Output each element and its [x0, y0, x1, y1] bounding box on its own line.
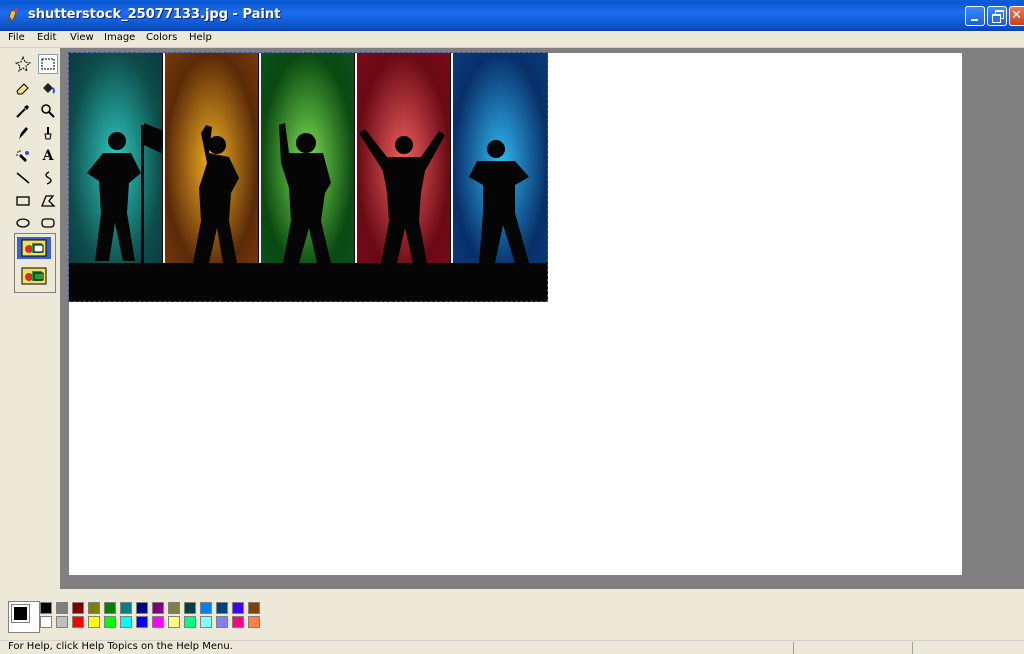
tool-select[interactable] [38, 54, 58, 74]
status-bar: For Help, click Help Topics on the Help … [0, 640, 1024, 654]
palette-swatch[interactable] [168, 602, 180, 614]
fill-icon [43, 83, 55, 94]
palette-swatch[interactable] [72, 616, 84, 628]
palette-swatch[interactable] [184, 616, 196, 628]
foreground-color[interactable] [11, 604, 30, 623]
restore-button[interactable] [987, 6, 1007, 26]
tool-pick-color[interactable] [13, 101, 33, 121]
menu-edit[interactable]: Edit [37, 32, 56, 43]
magnifier-icon [41, 104, 55, 118]
palette-swatch[interactable] [40, 616, 52, 628]
menu-view[interactable]: View [70, 32, 94, 43]
menu-image[interactable]: Image [104, 32, 135, 43]
palette-swatch[interactable] [248, 602, 260, 614]
current-colors[interactable] [8, 601, 40, 633]
tool-curve[interactable] [38, 168, 58, 188]
tool-eraser[interactable] [13, 78, 33, 98]
tool-line[interactable] [13, 168, 33, 188]
tool-options [14, 233, 56, 293]
restore-icon-back [992, 14, 1001, 23]
palette-swatch[interactable] [200, 616, 212, 628]
palette-swatch[interactable] [56, 602, 68, 614]
title-bar[interactable]: shutterstock_25077133.jpg - Paint ✕ [0, 0, 1024, 31]
color-palette [0, 592, 1024, 637]
rectangle-icon [16, 196, 30, 206]
minimize-icon [971, 19, 978, 21]
paint-icon [5, 7, 21, 23]
palette-swatch[interactable] [88, 602, 100, 614]
transparent-selection-option[interactable] [17, 265, 51, 287]
rounded-rect-icon [41, 218, 55, 228]
menu-file[interactable]: File [8, 32, 25, 43]
tool-rounded-rectangle[interactable] [38, 213, 58, 233]
tool-rectangle[interactable] [13, 191, 33, 211]
menu-bar: File Edit View Image Colors Help [0, 31, 1024, 48]
palette-swatch[interactable] [104, 602, 116, 614]
tool-ellipse[interactable] [13, 213, 33, 233]
palette-swatch[interactable] [152, 602, 164, 614]
close-button[interactable]: ✕ [1009, 6, 1024, 26]
menu-colors[interactable]: Colors [146, 32, 177, 43]
silhouettes [69, 53, 548, 302]
palette-swatch[interactable] [120, 602, 132, 614]
palette-swatch[interactable] [136, 616, 148, 628]
opaque-selection-option[interactable] [17, 237, 51, 259]
rect-select-icon [41, 58, 55, 70]
tool-free-form-select[interactable] [13, 54, 33, 74]
palette-swatch[interactable] [56, 616, 68, 628]
curve-icon [45, 171, 52, 185]
palette-swatch[interactable] [104, 616, 116, 628]
free-select-icon [15, 56, 31, 72]
palette-swatch[interactable] [232, 616, 244, 628]
palette-swatch[interactable] [152, 616, 164, 628]
transparent-mode-icon [21, 267, 47, 285]
status-help-text: For Help, click Help Topics on the Help … [8, 641, 233, 652]
polygon-icon [41, 195, 56, 207]
pencil-icon [19, 127, 28, 139]
airbrush-icon [16, 150, 29, 162]
palette-swatch[interactable] [200, 602, 212, 614]
palette-swatch[interactable] [40, 602, 52, 614]
tool-fill[interactable] [38, 78, 58, 98]
palette-swatch[interactable] [136, 602, 148, 614]
palette-swatch[interactable] [248, 616, 260, 628]
status-divider [793, 642, 794, 654]
brush-icon [44, 127, 52, 140]
opaque-mode-icon [21, 239, 47, 257]
tool-text[interactable]: A [38, 146, 58, 166]
close-icon: ✕ [1011, 8, 1022, 23]
ellipse-icon [16, 218, 30, 228]
eraser-icon [16, 83, 29, 95]
palette-swatch[interactable] [120, 616, 132, 628]
text-icon: A [42, 148, 54, 164]
tool-polygon[interactable] [38, 191, 58, 211]
window-title: shutterstock_25077133.jpg - Paint [28, 7, 281, 22]
tool-pencil[interactable] [13, 123, 33, 143]
palette-swatch[interactable] [88, 616, 100, 628]
menu-help[interactable]: Help [189, 32, 212, 43]
palette-swatch[interactable] [168, 616, 180, 628]
pasted-image[interactable] [69, 53, 548, 302]
tool-magnifier[interactable] [38, 101, 58, 121]
line-icon [16, 172, 30, 184]
palette-swatch[interactable] [216, 616, 228, 628]
eyedropper-icon [16, 105, 29, 118]
palette-swatch[interactable] [184, 602, 196, 614]
palette-swatch[interactable] [232, 602, 244, 614]
tool-brush[interactable] [38, 123, 58, 143]
palette-swatch[interactable] [72, 602, 84, 614]
minimize-button[interactable] [965, 6, 985, 26]
palette-swatch[interactable] [216, 602, 228, 614]
tool-airbrush[interactable] [13, 146, 33, 166]
status-divider [912, 642, 913, 654]
